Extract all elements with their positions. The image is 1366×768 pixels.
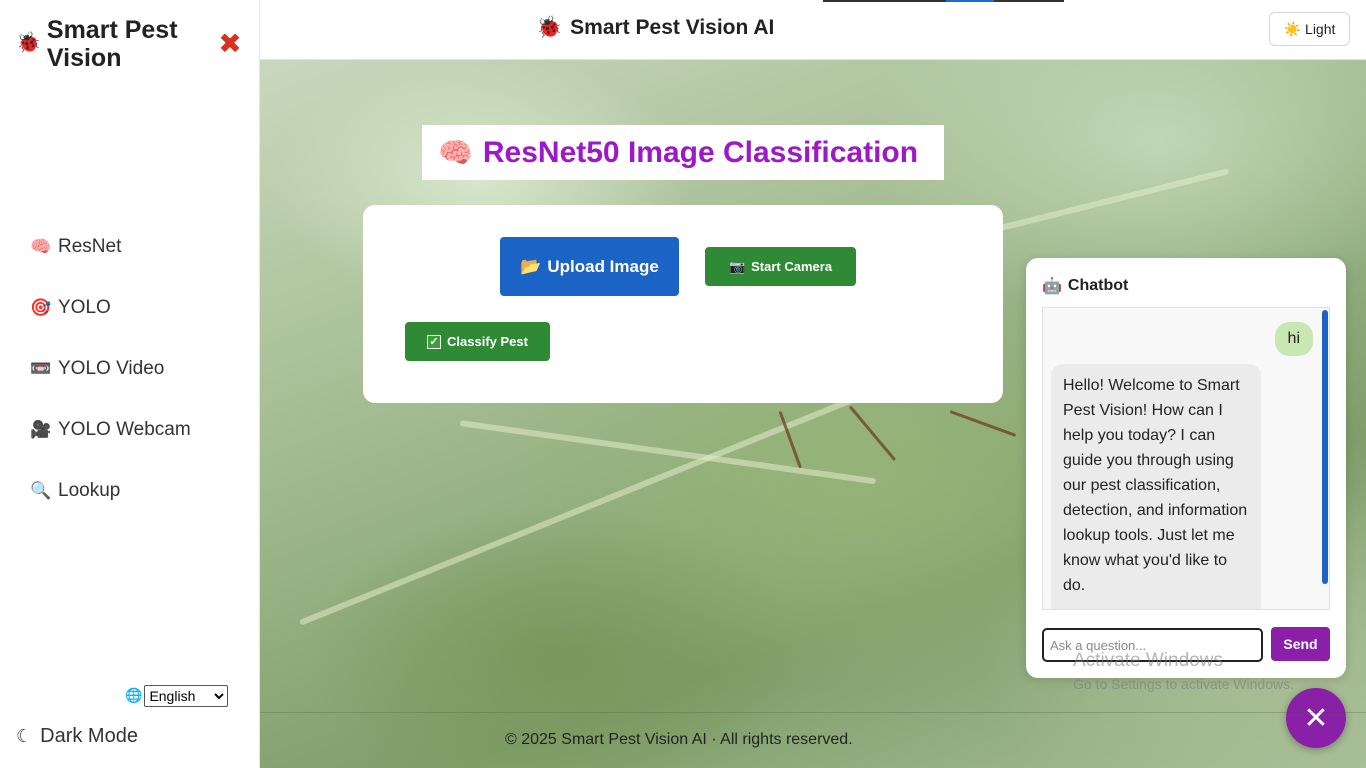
activation-watermark-subtitle: Go to Settings to activate Windows. (1073, 676, 1294, 692)
folder-icon: 📂 (520, 256, 542, 276)
checkmark-icon: ✓ (427, 334, 442, 349)
camera-icon: 📷 (728, 258, 746, 274)
bug-icon: 🐞 (16, 30, 41, 54)
bot-message: Hello! Welcome to Smart Pest Vision! How… (1051, 364, 1261, 609)
moon-icon: ☾ (16, 726, 33, 746)
footer-divider (260, 712, 1366, 713)
sidebar-item-label: ResNet (58, 236, 122, 257)
globe-icon: 🌐 (125, 688, 143, 704)
sidebar-item-label: YOLO Video (58, 358, 165, 379)
upload-image-label: Upload Image (547, 256, 659, 276)
upload-image-button[interactable]: 📂 Upload Image (500, 237, 679, 296)
classify-pest-label: Classify Pest (447, 334, 528, 349)
brain-icon: 🧠 (30, 237, 52, 256)
dark-mode-toggle[interactable]: ☾ Dark Mode (16, 725, 138, 748)
brain-icon: 🧠 (438, 136, 473, 169)
sidebar-brand: 🐞 Smart Pest Vision (16, 16, 217, 72)
sidebar-item-label: YOLO (58, 297, 111, 318)
language-select[interactable]: English (144, 685, 229, 707)
header-title-text: Smart Pest Vision AI (570, 16, 775, 39)
target-icon: 🎯 (30, 298, 52, 317)
chat-scrollbar[interactable] (1322, 310, 1328, 584)
insect-leg (949, 410, 1017, 437)
chat-close-fab[interactable]: ✕ (1286, 688, 1346, 748)
chatbot-panel: 🤖 Chatbot hi Hello! Welcome to Smart Pes… (1026, 258, 1346, 678)
footer-text: © 2025 Smart Pest Vision AI · All rights… (505, 731, 853, 748)
top-header (260, 0, 1366, 60)
camera-icon: 🎥 (30, 420, 52, 439)
chatbot-title: Chatbot (1067, 277, 1129, 294)
sun-icon: ☀️ (1283, 20, 1302, 37)
page-title-card: 🧠 ResNet50 Image Classification (422, 125, 944, 180)
close-icon: ✕ (1303, 700, 1329, 736)
classification-panel: 📂 Upload Image 📷 Start Camera ✓ Classify… (363, 205, 1003, 403)
sidebar-brand-title: Smart Pest Vision (46, 16, 178, 72)
theme-toggle-label: Light (1305, 21, 1336, 37)
start-camera-button[interactable]: 📷 Start Camera (705, 247, 856, 286)
send-button[interactable]: Send (1271, 627, 1330, 661)
sidebar-item-yolo-video[interactable]: 📼 YOLO Video (30, 354, 191, 384)
header-accent-line (823, 0, 1064, 2)
sidebar-item-yolo-webcam[interactable]: 🎥 YOLO Webcam (30, 415, 191, 445)
language-selector: 🌐 English (125, 685, 229, 707)
sidebar-nav: 🧠 ResNet 🎯 YOLO 📼 YOLO Video 🎥 YOLO Webc… (30, 232, 191, 537)
classify-pest-button[interactable]: ✓ Classify Pest (405, 322, 550, 361)
close-sidebar-button[interactable]: ✖ (216, 30, 244, 58)
insect-leg (848, 405, 897, 462)
user-message: hi (1274, 322, 1313, 356)
dark-mode-label: Dark Mode (40, 725, 138, 747)
bug-icon: 🐞 (536, 16, 563, 39)
chatbot-header: 🤖 Chatbot (1042, 276, 1128, 296)
sidebar-item-yolo[interactable]: 🎯 YOLO (30, 293, 191, 323)
chat-messages[interactable]: hi Hello! Welcome to Smart Pest Vision! … (1042, 307, 1330, 610)
header-title: 🐞 Smart Pest Vision AI (536, 16, 774, 40)
sidebar-item-lookup[interactable]: 🔍 Lookup (30, 476, 191, 506)
sidebar-item-resnet[interactable]: 🧠 ResNet (30, 232, 191, 262)
page-title: ResNet50 Image Classification (482, 135, 919, 169)
start-camera-label: Start Camera (751, 259, 833, 274)
activation-watermark-title: Activate Windows (1073, 650, 1223, 671)
magnifier-icon: 🔍 (30, 481, 52, 500)
theme-toggle-button[interactable]: ☀️ Light (1269, 12, 1350, 46)
videotape-icon: 📼 (30, 359, 52, 378)
sidebar-item-label: Lookup (58, 480, 121, 501)
sidebar-item-label: YOLO Webcam (58, 419, 191, 440)
robot-icon: 🤖 (1042, 278, 1062, 295)
sidebar: 🐞 Smart Pest Vision ✖ 🧠 ResNet 🎯 YOLO 📼 … (0, 0, 260, 768)
